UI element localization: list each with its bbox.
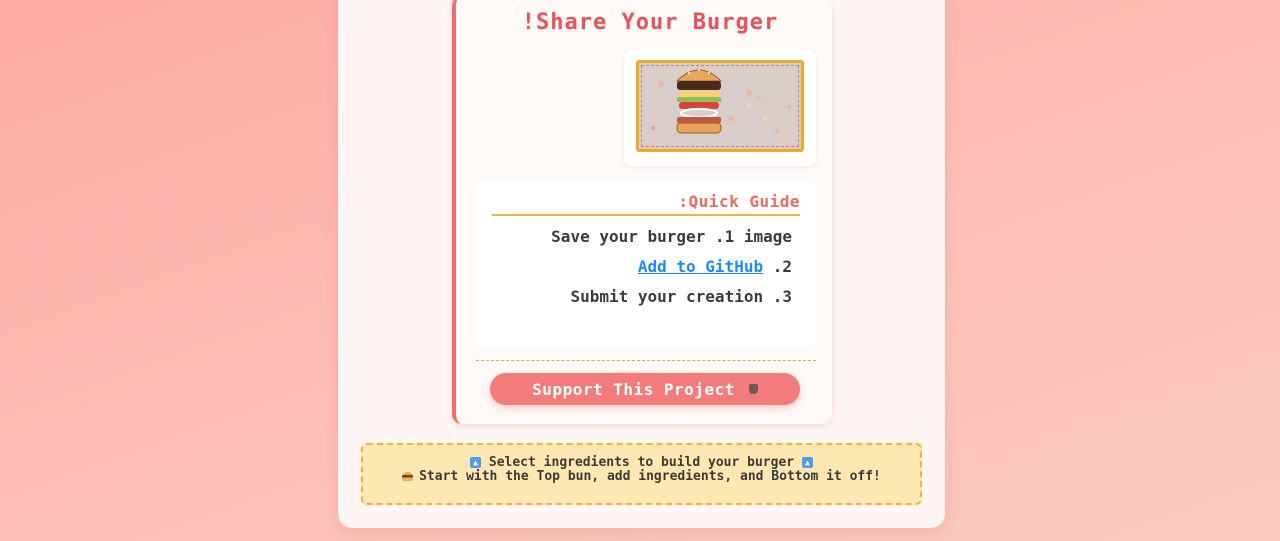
guide-item-github: Add to GitHub .2 (492, 256, 792, 278)
coffee-icon (748, 384, 758, 394)
instructions-text-1: Select ingredients to build your burger (488, 455, 795, 470)
guide-divider (492, 214, 800, 216)
guide-item-save: Save your burger .1 image (551, 227, 792, 246)
share-panel: !Share Your Burger:Quick Guide Save you… (452, 0, 832, 424)
burger-preview-frame (624, 50, 816, 166)
guide-item-github-number: .2 (763, 257, 792, 276)
guide-item-submit: Submit your creation .3 (570, 287, 792, 306)
instructions-banner: ▲ Select ingredients to build your burge… (361, 443, 922, 505)
burger-illustration-icon (651, 69, 792, 140)
guide-list: Save your burger .1 image Add to GitHub … (492, 226, 792, 316)
burger-icon (402, 472, 414, 481)
add-to-github-link[interactable]: Add to GitHub (638, 257, 763, 276)
burger-preview-image[interactable] (636, 60, 804, 152)
support-project-button[interactable]: Support This Project (490, 373, 800, 405)
instructions-text-2: Start with the Top bun, add ingredients,… (419, 469, 881, 484)
support-button-label: Support This Project (532, 379, 735, 399)
guide-title: :Quick Guide (678, 192, 800, 211)
instructions-line-1: ▲ Select ingredients to build your burge… (363, 456, 920, 470)
quick-guide: :Quick Guide Save your burger .1 image A… (476, 182, 816, 346)
arrow-up-icon: ▲ (801, 457, 813, 468)
arrow-up-icon: ▲ (470, 457, 482, 468)
share-title: !Share Your Burger (521, 10, 779, 35)
section-divider (476, 360, 816, 361)
instructions-line-2: Start with the Top bun, add ingredients,… (363, 470, 920, 484)
